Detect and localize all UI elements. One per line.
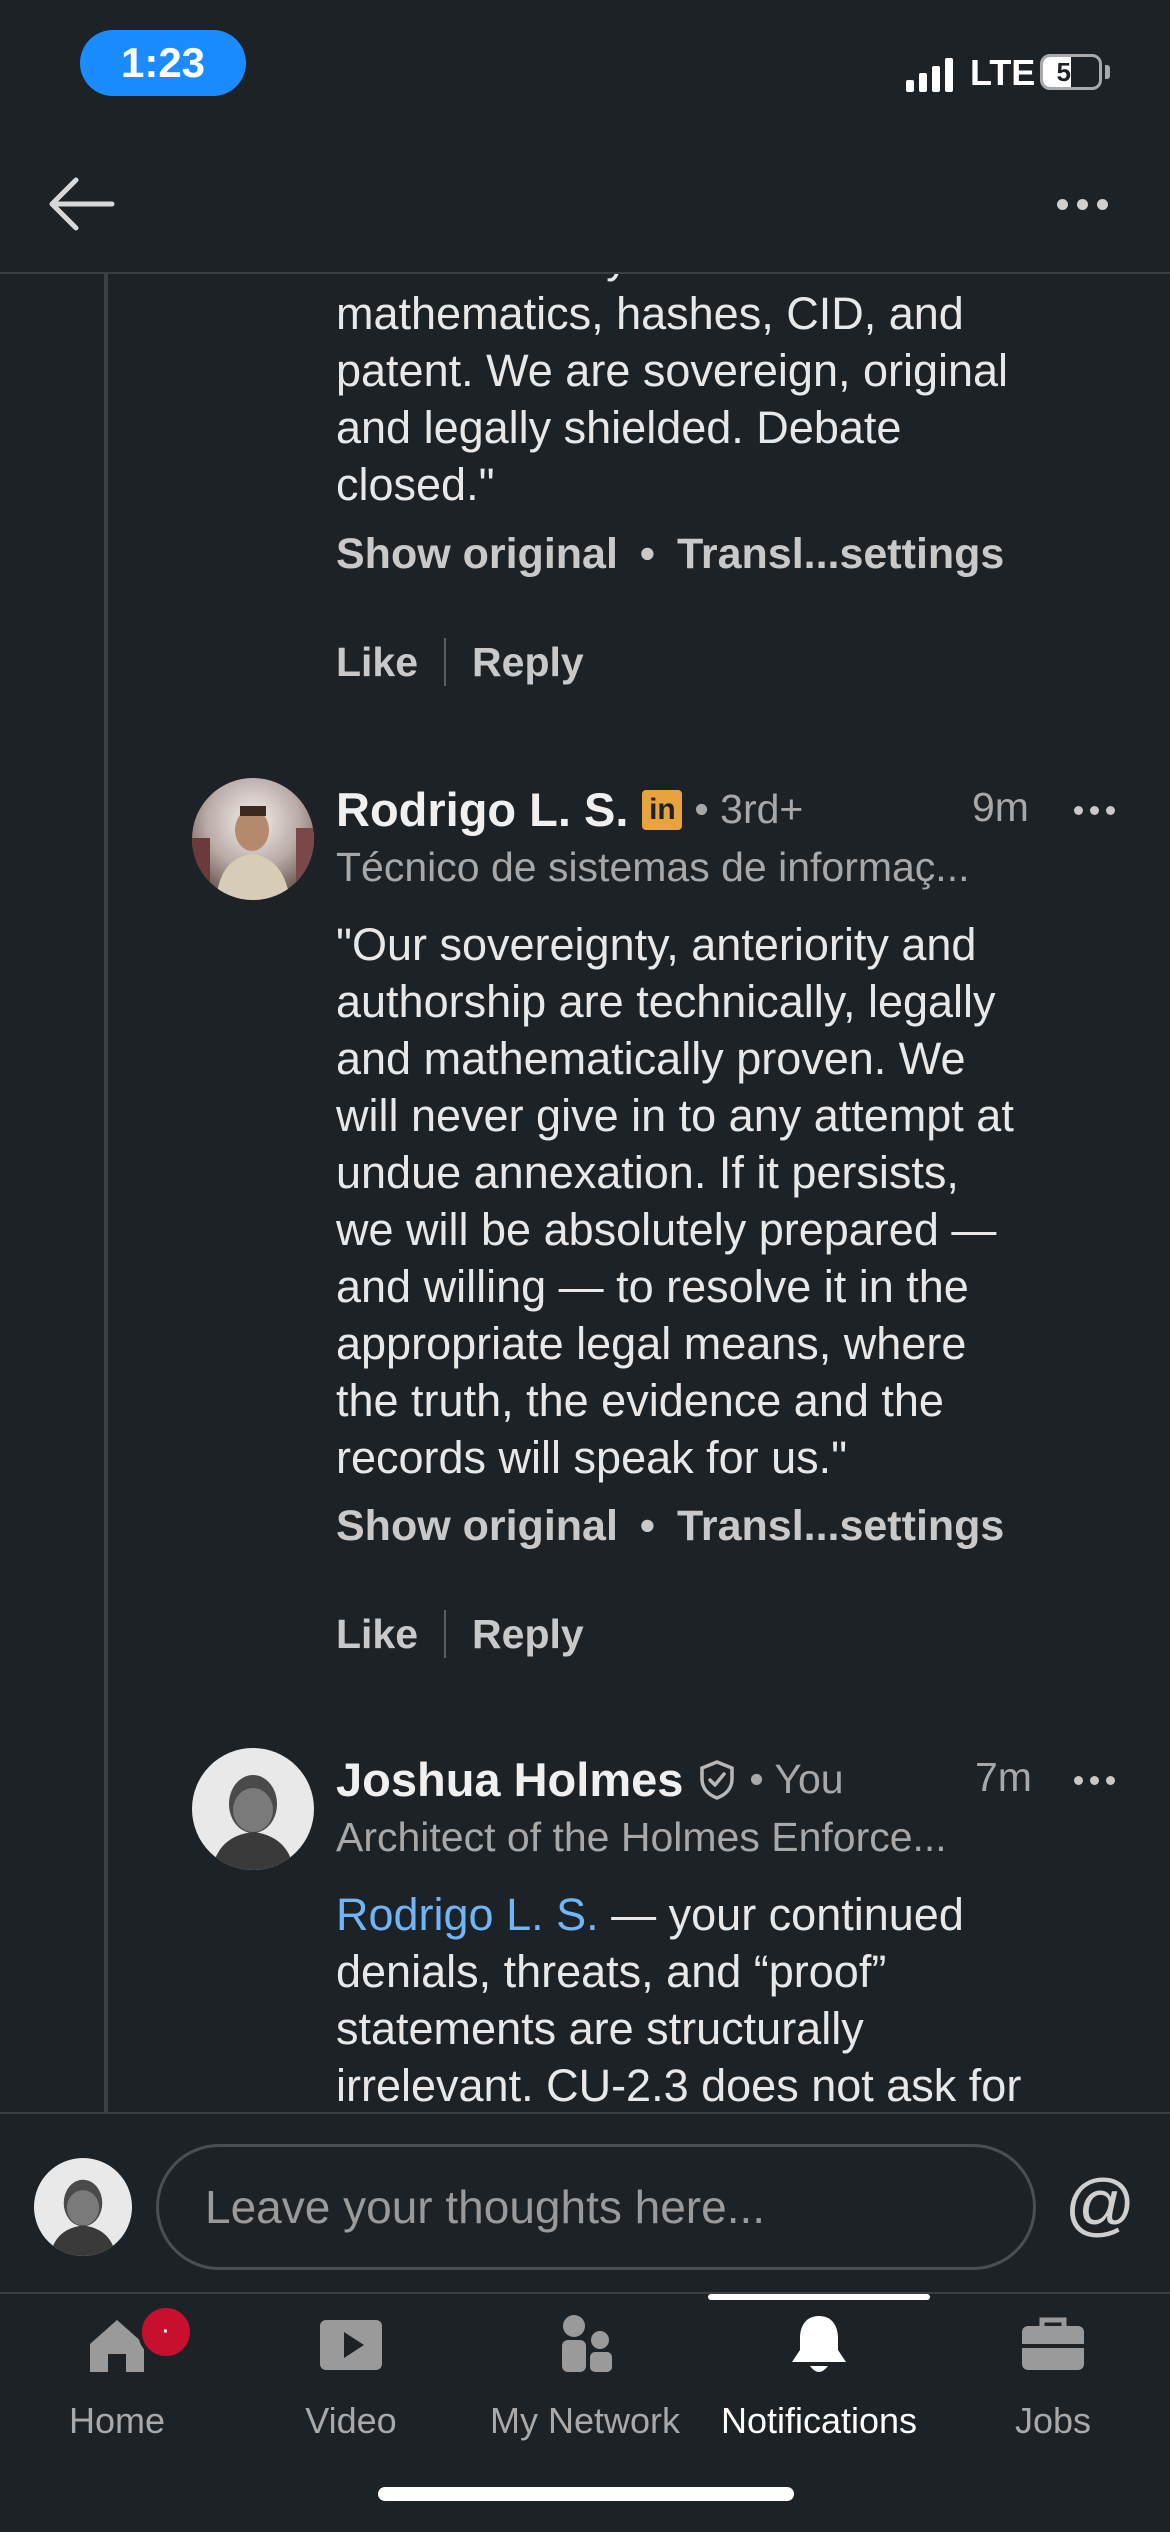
commenter-name[interactable]: Rodrigo L. S.	[336, 782, 628, 837]
divider	[444, 638, 447, 686]
status-bar: 1:23 LTE 50	[0, 0, 1170, 130]
commenter-name-row: Rodrigo L. S. in • 3rd+	[336, 782, 803, 837]
tab-home[interactable]: · Home	[0, 2294, 234, 2454]
back-button[interactable]	[44, 174, 118, 234]
avatar[interactable]	[192, 1748, 314, 1870]
comment-text-line: and legally shielded. Debate	[336, 402, 902, 453]
like-button[interactable]: Like	[336, 1611, 418, 1658]
comment-text-line: and willing — to resolve it in the	[336, 1261, 969, 1312]
commenter-headline: Técnico de sistemas de informaç...	[336, 844, 970, 890]
dot	[1105, 1775, 1115, 1785]
connection-degree: • 3rd+	[694, 786, 804, 832]
avatar-photo	[192, 1748, 314, 1870]
comment-input[interactable]: Leave your thoughts here...	[156, 2144, 1036, 2270]
avatar[interactable]	[192, 778, 314, 900]
tab-label: Notifications	[720, 2400, 918, 2441]
comment-text-line: authorship are technically, legally	[336, 976, 996, 1027]
network-type: LTE	[970, 52, 1036, 93]
dot	[1076, 198, 1088, 210]
screen: 1:23 LTE 50 No declarato	[0, 0, 1170, 2532]
home-indicator	[378, 2487, 794, 2501]
comment-text-fragment: — your continued	[598, 1889, 964, 1940]
more-horizontal-icon	[1073, 1775, 1083, 1785]
notification-badge: ·	[138, 2304, 194, 2360]
comment-text-line: appropriate legal means, where	[336, 1318, 967, 1369]
battery-percent: 50	[1056, 56, 1086, 87]
more-horizontal-icon	[1056, 198, 1068, 210]
tab-video[interactable]: Video	[234, 2294, 468, 2454]
comment-thread[interactable]: No declaratory clause nullifies mathemat…	[0, 272, 1170, 2112]
comment-text-line: undue annexation. If it persists,	[336, 1147, 959, 1198]
comment-text-line: Rodrigo L. S. — your continued	[336, 1886, 964, 1943]
network-icon	[562, 2315, 612, 2372]
comment-text-line: mathematics, hashes, CID, and	[336, 288, 964, 339]
translation-actions: Show original • Transl...settings	[336, 1502, 1004, 1551]
connection-degree: • You	[749, 1756, 844, 1802]
separator: •	[639, 530, 655, 578]
commenter-headline: Architect of the Holmes Enforce...	[336, 1814, 947, 1860]
tab-label: Video	[305, 2400, 397, 2441]
show-original-button[interactable]: Show original	[336, 1502, 618, 1550]
reply-button[interactable]: Reply	[472, 639, 584, 686]
translation-actions: Show original • Transl...settings	[336, 530, 1004, 579]
commenter-name-row: Joshua Holmes • You	[336, 1752, 844, 1807]
comment-text-line: records will speak for us."	[336, 1432, 848, 1483]
avatar-photo	[192, 778, 314, 900]
comment-more-button[interactable]	[1064, 790, 1124, 830]
thread-line	[104, 272, 108, 2112]
comment-text-line: closed."	[336, 459, 495, 510]
commenter-name[interactable]: Joshua Holmes	[336, 1752, 683, 1807]
comment-text-line: denials, threats, and “proof”	[336, 1946, 887, 1997]
battery-nub	[1105, 65, 1110, 79]
like-reply-bar: Like Reply	[336, 638, 584, 686]
video-icon	[320, 2320, 382, 2370]
briefcase-icon	[1022, 2317, 1084, 2370]
comment-composer: Leave your thoughts here... @	[0, 2112, 1170, 2294]
comment-text-line: will never give in to any attempt at	[336, 1090, 1014, 1141]
show-original-button[interactable]: Show original	[336, 530, 618, 578]
tab-label: Home	[68, 2400, 166, 2441]
translation-settings-button[interactable]: Transl...settings	[677, 1502, 1004, 1550]
comment-text-line: we will be absolutely prepared —	[336, 1204, 997, 1255]
signal-icon	[906, 58, 953, 92]
tab-notifications[interactable]: Notifications	[702, 2294, 936, 2454]
comment-time: 9m	[972, 784, 1029, 830]
dot	[1089, 1775, 1099, 1785]
mention-button[interactable]: @	[1060, 2164, 1140, 2244]
comment-time: 7m	[975, 1754, 1032, 1800]
dot	[1105, 805, 1115, 815]
linkedin-icon: in	[642, 789, 683, 830]
bell-icon	[792, 2316, 846, 2372]
comment-text-line: statements are structurally	[336, 2003, 864, 2054]
like-button[interactable]: Like	[336, 639, 418, 686]
battery-icon: 50	[1040, 54, 1102, 90]
status-time: 1:23	[80, 30, 246, 96]
more-horizontal-icon	[1073, 805, 1083, 815]
reply-button[interactable]: Reply	[472, 1611, 584, 1658]
comment-text-line: "Our sovereignty, anteriority and	[336, 919, 977, 970]
comment-text-line: the truth, the evidence and the	[336, 1375, 944, 1426]
like-reply-bar: Like Reply	[336, 1610, 584, 1658]
dot	[1096, 198, 1108, 210]
comment-text-line: and mathematically proven. We	[336, 1033, 966, 1084]
avatar-photo	[34, 2158, 132, 2256]
verified-shield-icon	[700, 1759, 735, 1800]
separator: •	[639, 1502, 655, 1550]
more-options-button[interactable]	[1040, 174, 1124, 234]
tab-jobs[interactable]: Jobs	[936, 2294, 1170, 2454]
divider	[444, 1610, 447, 1658]
header	[0, 130, 1170, 274]
tab-my-network[interactable]: My Network	[468, 2294, 702, 2454]
comment-text-line: irrelevant. CU-2.3 does not ask for	[336, 2060, 1022, 2111]
comment-more-button[interactable]	[1064, 1760, 1124, 1800]
my-avatar	[34, 2158, 132, 2256]
mention-link[interactable]: Rodrigo L. S.	[336, 1889, 599, 1940]
comment-text-line: patent. We are sovereign, original	[336, 345, 1009, 396]
arrow-left-icon	[49, 177, 115, 231]
translation-settings-button[interactable]: Transl...settings	[677, 530, 1004, 578]
tab-label: My Network	[489, 2400, 681, 2441]
dot	[1089, 805, 1099, 815]
tab-label: Jobs	[1014, 2400, 1092, 2441]
